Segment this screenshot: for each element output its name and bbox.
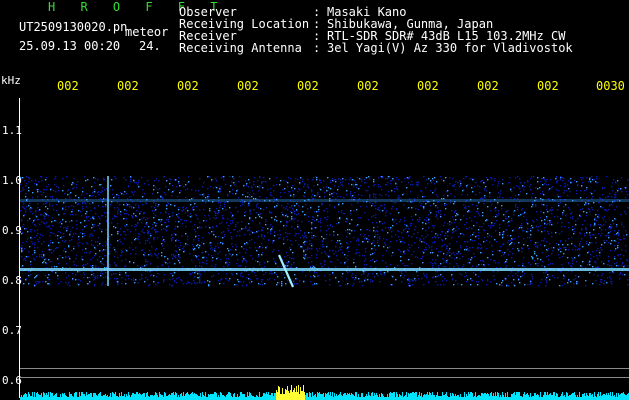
- info-label-antenna: Receiving Antenna: [179, 41, 302, 55]
- event-type: meteor: [125, 25, 169, 39]
- datetime: 25.09.13 00:20: [19, 39, 121, 53]
- vertical-spike: [107, 176, 109, 286]
- extra-value: 24.: [139, 39, 161, 53]
- x-tick-label: 002: [477, 79, 499, 93]
- x-tick-label: 002: [537, 79, 559, 93]
- info-value-antenna: 3el Yagi(V) Az 330 for Vladivostok: [327, 41, 573, 55]
- amplitude-bars: [20, 385, 629, 400]
- info-separator: :: [313, 41, 321, 55]
- y-unit-label: kHz: [1, 74, 21, 87]
- x-tick-label: 002: [117, 79, 139, 93]
- reference-line: [20, 377, 629, 378]
- x-tick-label: 002: [297, 79, 319, 93]
- x-tick-label: 0030: [596, 79, 625, 93]
- x-tick-label: 002: [57, 79, 79, 93]
- spectrogram-plot: [20, 176, 629, 400]
- weak-signal-line: [20, 199, 629, 202]
- x-tick-label: 002: [417, 79, 439, 93]
- reference-line: [20, 368, 629, 369]
- filename: UT2509130020.pn: [19, 20, 128, 34]
- amplitude-bar-series: [20, 392, 629, 400]
- x-tick-label: 002: [237, 79, 259, 93]
- x-tick-label: 002: [357, 79, 379, 93]
- amplitude-peak-series: [276, 385, 305, 400]
- header: H R O F F T UT2509130020.pn meteor 25.09…: [0, 0, 629, 70]
- x-tick-label: 002: [177, 79, 199, 93]
- carrier-line: [20, 268, 629, 271]
